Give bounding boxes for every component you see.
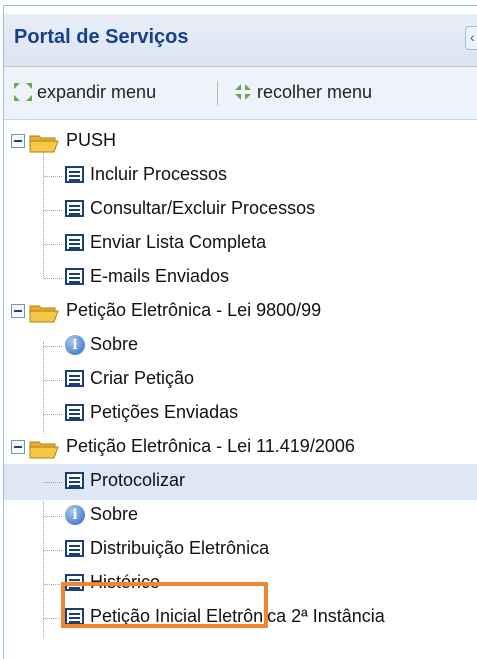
tree-item-label: Petição Inicial Eletrônica 2ª Instância bbox=[90, 606, 385, 626]
tree-folder-peticao-lei-11419[interactable]: Petição Eletrônica - Lei 11.419/2006 bbox=[4, 430, 477, 466]
collapse-menu-label: recolher menu bbox=[257, 81, 373, 102]
collapse-menu-button[interactable]: recolher menu bbox=[232, 79, 372, 105]
document-icon bbox=[65, 404, 84, 421]
tree-folder-peticao-lei-9800[interactable]: Petição Eletrônica - Lei 9800/99 bbox=[4, 294, 477, 330]
document-icon bbox=[65, 540, 84, 557]
tree-item-label: Petições Enviadas bbox=[90, 402, 239, 422]
tree-connector bbox=[44, 176, 62, 178]
tree-item-label: Incluir Processos bbox=[90, 164, 228, 184]
folder-open-icon bbox=[29, 135, 59, 153]
info-icon: i bbox=[65, 335, 85, 355]
tree-item-peticao-inicial-2a-instancia[interactable]: Petição Inicial Eletrônica 2ª Instância bbox=[4, 600, 477, 636]
tree-item-sobre-2[interactable]: i Sobre bbox=[4, 498, 477, 534]
expand-arrows-icon bbox=[12, 81, 34, 103]
tree-connector bbox=[44, 278, 62, 280]
tree-item-label: Sobre bbox=[90, 334, 139, 354]
tree-item-distribuicao-eletronica[interactable]: Distribuição Eletrônica bbox=[4, 532, 477, 568]
tree-connector bbox=[44, 380, 62, 382]
toolbar-separator bbox=[217, 81, 218, 105]
tree-folder-push[interactable]: PUSH bbox=[4, 124, 477, 160]
tree-connector bbox=[44, 550, 62, 552]
chevron-left-icon: ‹ bbox=[470, 29, 475, 45]
tree-connector bbox=[44, 210, 62, 212]
tree-connector bbox=[44, 584, 62, 586]
document-icon bbox=[65, 268, 84, 285]
tree-folder-label: Petição Eletrônica - Lei 11.419/2006 bbox=[66, 436, 355, 456]
document-icon bbox=[65, 574, 84, 591]
tree-item-peticoes-enviadas[interactable]: Petições Enviadas bbox=[4, 396, 477, 432]
tree-connector bbox=[44, 516, 62, 518]
document-icon bbox=[65, 166, 84, 183]
expand-menu-label: expandir menu bbox=[37, 81, 157, 102]
folder-open-icon bbox=[29, 441, 59, 459]
tree-connector bbox=[44, 244, 62, 246]
tree-item-incluir-processos[interactable]: Incluir Processos bbox=[4, 158, 477, 194]
collapse-panel-button[interactable]: ‹ bbox=[465, 26, 477, 50]
tree-item-label: Enviar Lista Completa bbox=[90, 232, 267, 252]
tree-folder-label: PUSH bbox=[66, 130, 117, 150]
tree-item-enviar-lista-completa[interactable]: Enviar Lista Completa bbox=[4, 226, 477, 262]
collapse-toggle-icon[interactable] bbox=[11, 440, 25, 454]
tree-item-label: Distribuição Eletrônica bbox=[90, 538, 270, 558]
tree-folder-label: Petição Eletrônica - Lei 9800/99 bbox=[66, 300, 322, 320]
tree-item-label: Criar Petição bbox=[90, 368, 195, 388]
collapse-toggle-icon[interactable] bbox=[11, 304, 25, 318]
document-icon bbox=[65, 370, 84, 387]
tree-item-criar-peticao[interactable]: Criar Petição bbox=[4, 362, 477, 398]
expand-menu-button[interactable]: expandir menu bbox=[12, 79, 156, 105]
services-tree: PUSH Incluir Processos Consultar/Excluir… bbox=[4, 120, 477, 659]
panel-title: Portal de Serviços bbox=[14, 26, 189, 48]
collapse-arrows-icon bbox=[232, 81, 254, 103]
document-icon bbox=[65, 608, 84, 625]
tree-item-label: Histórico bbox=[90, 572, 161, 592]
menu-toolbar: expandir menu recolher menu bbox=[4, 67, 477, 120]
collapse-toggle-icon[interactable] bbox=[11, 134, 25, 148]
tree-item-emails-enviados[interactable]: E-mails Enviados bbox=[4, 260, 477, 296]
tree-connector bbox=[44, 482, 62, 484]
info-icon: i bbox=[65, 505, 85, 525]
tree-connector bbox=[44, 618, 62, 620]
tree-item-label: Sobre bbox=[90, 504, 139, 524]
tree-item-label: E-mails Enviados bbox=[90, 266, 230, 286]
document-icon bbox=[65, 472, 84, 489]
tree-item-label: Consultar/Excluir Processos bbox=[90, 198, 316, 218]
document-icon bbox=[65, 234, 84, 251]
tree-item-protocolizar[interactable]: Protocolizar bbox=[4, 464, 477, 500]
document-icon bbox=[65, 200, 84, 217]
folder-open-icon bbox=[29, 305, 59, 323]
tree-item-sobre[interactable]: i Sobre bbox=[4, 328, 477, 364]
tree-item-consultar-excluir-processos[interactable]: Consultar/Excluir Processos bbox=[4, 192, 477, 228]
panel-header: Portal de Serviços ‹ bbox=[4, 14, 477, 67]
tree-item-label: Protocolizar bbox=[90, 470, 186, 490]
tree-connector bbox=[44, 414, 62, 416]
tree-item-historico[interactable]: Histórico bbox=[4, 566, 477, 602]
tree-connector bbox=[44, 346, 62, 348]
